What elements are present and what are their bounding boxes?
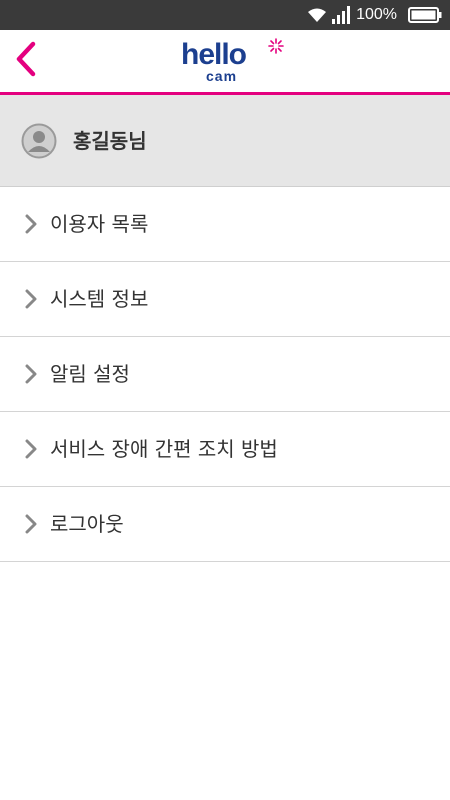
menu-item-label: 알림 설정: [50, 362, 130, 386]
chevron-right-icon: [22, 289, 40, 309]
chevron-right-icon: [22, 514, 40, 534]
menu-item-label: 시스템 정보: [50, 287, 149, 311]
hellocam-logo: hello cam: [178, 38, 288, 88]
chevron-right-icon: [22, 439, 40, 459]
wifi-icon: [307, 7, 327, 23]
chevron-left-icon: [15, 41, 37, 81]
menu-item-label: 서비스 장애 간편 조치 방법: [50, 437, 278, 461]
menu-list: 이용자 목록 시스템 정보 알림 설정 서비스 장애 간편 조치 방법 로그아웃: [0, 187, 450, 562]
chevron-right-icon: [22, 364, 40, 384]
status-bar: 100%: [0, 0, 450, 30]
menu-item-label: 로그아웃: [50, 512, 124, 536]
battery-percent: 100%: [356, 6, 397, 23]
app-header: hello cam: [0, 30, 450, 95]
logo-text: hello: [181, 38, 247, 71]
signal-icon: [332, 6, 351, 24]
menu-item-user-list[interactable]: 이용자 목록: [0, 187, 450, 262]
logo-subtext: cam: [206, 68, 238, 84]
chevron-right-icon: [22, 214, 40, 234]
profile-name: 홍길동님: [73, 129, 147, 153]
menu-item-notification-settings[interactable]: 알림 설정: [0, 337, 450, 412]
user-avatar-icon: [21, 123, 57, 159]
profile-section: 홍길동님: [0, 95, 450, 187]
menu-item-logout[interactable]: 로그아웃: [0, 487, 450, 562]
menu-item-troubleshooting[interactable]: 서비스 장애 간편 조치 방법: [0, 412, 450, 487]
menu-item-label: 이용자 목록: [50, 212, 149, 236]
back-button[interactable]: [6, 38, 46, 84]
sparkle-icon: [268, 38, 284, 58]
menu-item-system-info[interactable]: 시스템 정보: [0, 262, 450, 337]
battery-icon: [408, 7, 442, 23]
